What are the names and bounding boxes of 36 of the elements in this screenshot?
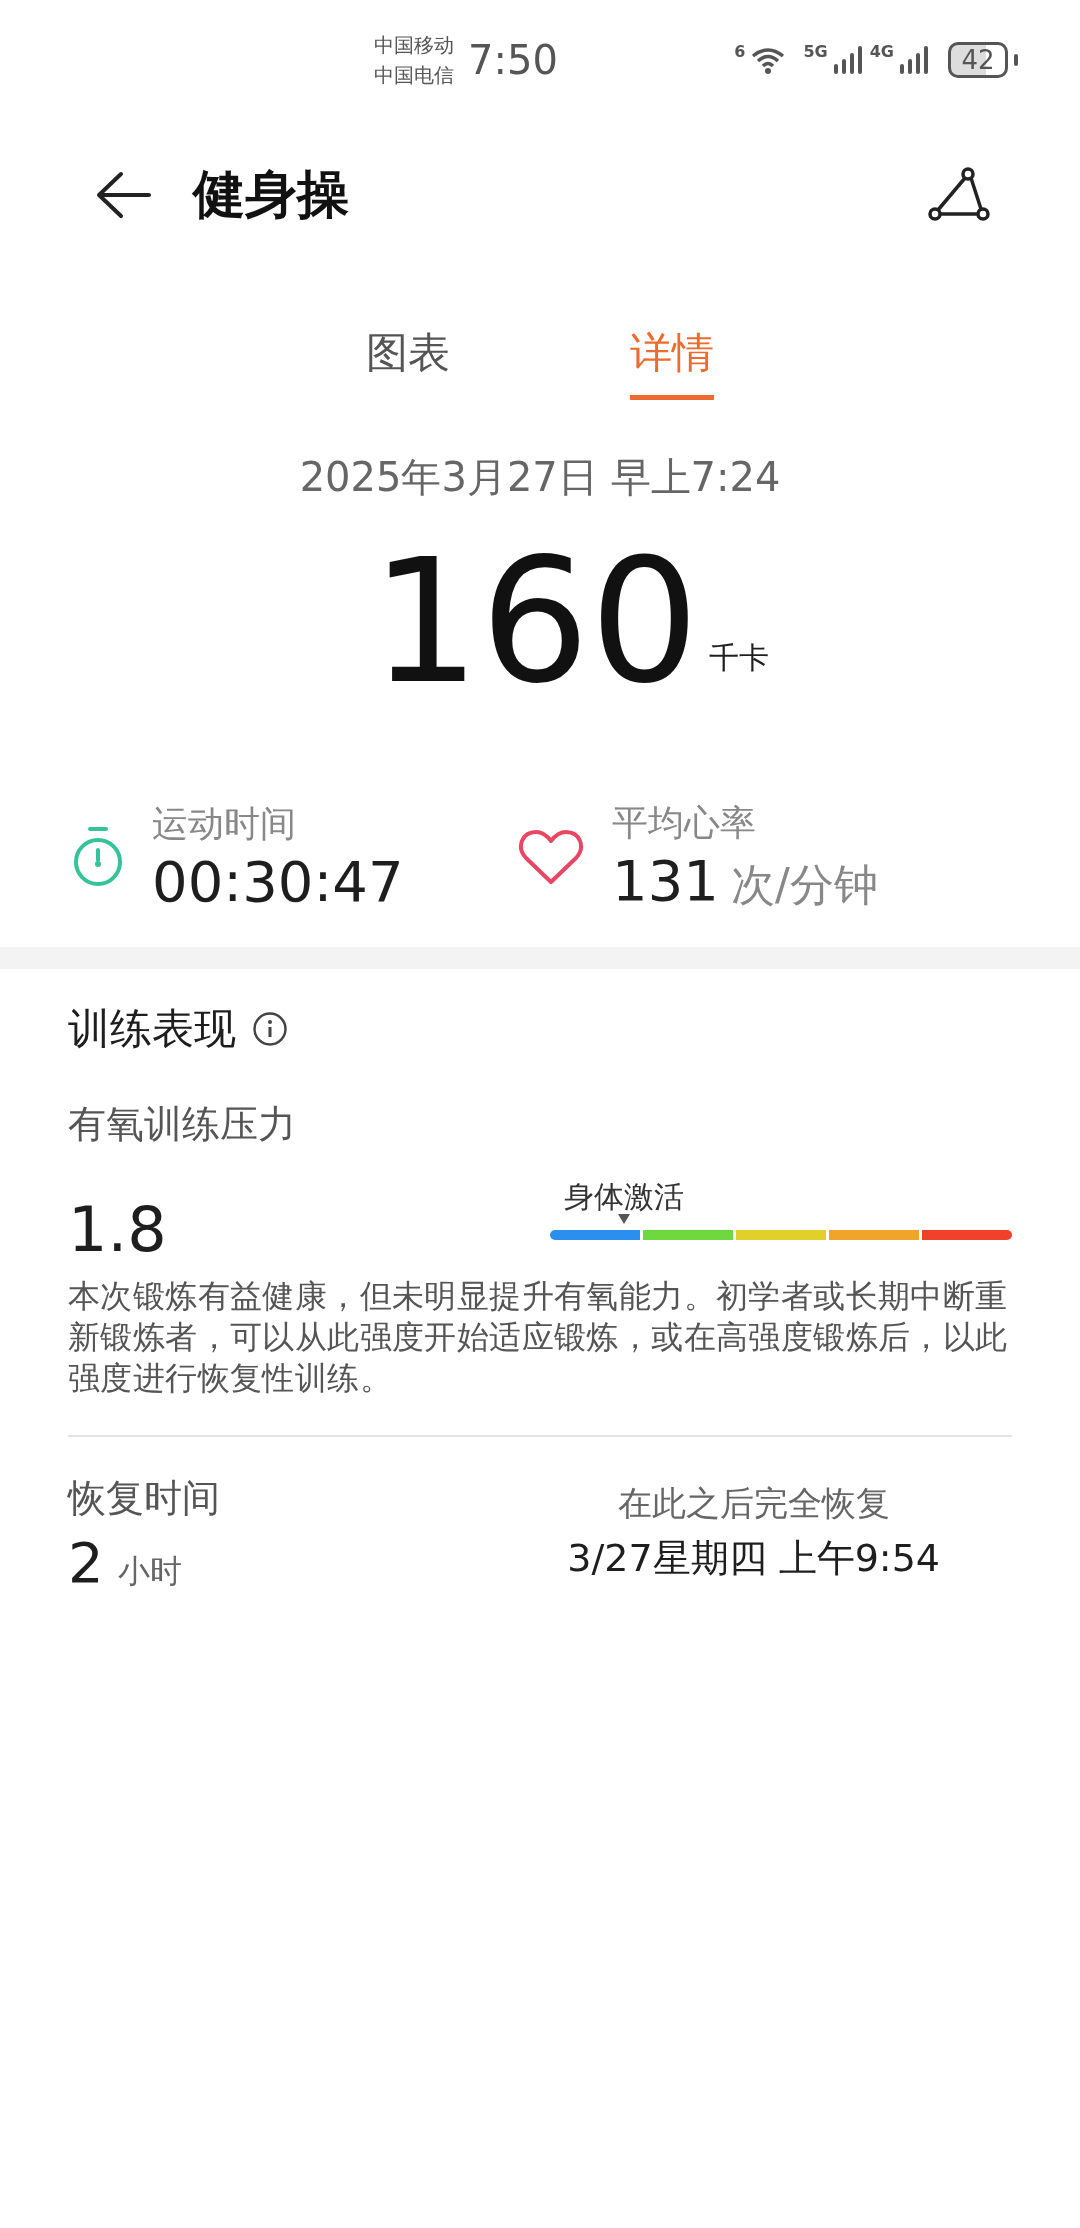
- stat-unit: 次/分钟: [730, 858, 878, 912]
- description-text: 本次锻炼有益健康，但未明显提升有氧能力。初学者或长期中断重新锻炼者，可以从此强度开始适应锻炼，或在高强度锻炼后，以此强度进行恢复性训练。: [68, 1276, 1009, 1399]
- stat-label: 平均心率: [612, 801, 757, 845]
- recovery-until-time: 3/27星期四 上午9:54: [567, 1535, 940, 1582]
- recovery-unit: 小时: [117, 1551, 182, 1592]
- workout-date: 2025年3月27日 早上7:24: [298, 453, 782, 502]
- metric-value: 1.8: [68, 1194, 167, 1266]
- signal-icon: [900, 46, 930, 74]
- signal-icon: [833, 46, 864, 74]
- metric-label: 恢复时间: [68, 1475, 220, 1522]
- stat-label: 运动时间: [152, 802, 297, 846]
- back-icon[interactable]: [95, 170, 151, 220]
- section-title: 训练表现: [68, 1003, 236, 1055]
- route-icon[interactable]: [928, 167, 990, 223]
- carrier-name: 中国电信: [374, 62, 454, 89]
- wifi-icon: [751, 46, 786, 74]
- clock-time: 7:50: [468, 37, 558, 83]
- heart-icon: [518, 828, 584, 886]
- network-label: 4G: [869, 42, 894, 61]
- info-icon[interactable]: [252, 1011, 288, 1047]
- stat-value: 131: [612, 848, 719, 913]
- stat-value: 00:30:47: [152, 849, 404, 914]
- page-title: 健身操: [193, 163, 349, 226]
- carrier-name: 中国移动: [374, 32, 454, 59]
- metric-label: 有氧训练压力: [68, 1101, 297, 1148]
- stopwatch-icon: [72, 826, 124, 888]
- network-label: 5G: [803, 42, 828, 61]
- recovery-until-label: 在此之后完全恢复: [617, 1482, 890, 1525]
- wifi-label: 6: [734, 42, 746, 61]
- scale-marker-label: 身体激活: [563, 1180, 684, 1214]
- calories-value: 160: [370, 527, 700, 717]
- recovery-value: 2: [68, 1530, 104, 1595]
- battery-indicator: 42: [948, 42, 1008, 78]
- tab[interactable]: 图表: [366, 325, 450, 400]
- calories-unit: 千卡: [709, 639, 770, 677]
- pointer-icon: [617, 1214, 630, 1224]
